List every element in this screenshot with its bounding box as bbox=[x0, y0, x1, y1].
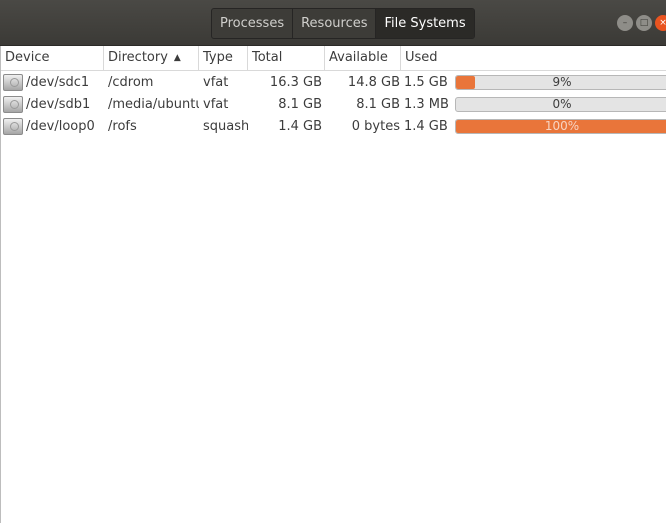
column-header-label: Used bbox=[405, 50, 438, 65]
minimize-icon[interactable]: – bbox=[617, 15, 633, 31]
tab-resources[interactable]: Resources bbox=[293, 9, 377, 38]
close-icon[interactable]: × bbox=[655, 15, 666, 31]
column-header-label: Available bbox=[329, 50, 388, 65]
used-cell: 1.3 MB bbox=[404, 97, 449, 112]
column-header-available[interactable]: Available bbox=[325, 46, 401, 70]
usage-bar: 100% bbox=[455, 119, 666, 134]
usage-bar: 0% bbox=[455, 97, 666, 112]
column-header-used[interactable]: Used bbox=[401, 46, 666, 70]
column-header-label: Directory bbox=[108, 50, 168, 65]
window-controls: – □ × bbox=[617, 15, 666, 31]
device-cell: /dev/loop0 bbox=[26, 119, 95, 134]
column-header-directory[interactable]: Directory ▲ bbox=[104, 46, 199, 70]
drive-icon bbox=[3, 96, 23, 113]
used-cell: 1.4 GB bbox=[404, 119, 448, 134]
table-header: Device Directory ▲ Type Total Available U… bbox=[1, 46, 666, 71]
directory-cell: /media/ubuntu bbox=[108, 97, 199, 112]
tab-file-systems[interactable]: File Systems bbox=[376, 9, 474, 38]
column-header-label: Total bbox=[252, 50, 283, 65]
type-cell: vfat bbox=[203, 97, 229, 112]
available-cell: 8.1 GB bbox=[356, 97, 400, 112]
tab-processes[interactable]: Processes bbox=[212, 9, 294, 38]
drive-icon bbox=[3, 118, 23, 135]
view-switcher: Processes Resources File Systems bbox=[211, 8, 475, 39]
device-cell: /dev/sdb1 bbox=[26, 97, 91, 112]
column-header-type[interactable]: Type bbox=[199, 46, 248, 70]
total-cell: 8.1 GB bbox=[278, 97, 322, 112]
type-cell: vfat bbox=[203, 75, 229, 90]
usage-percent: 100% bbox=[544, 119, 580, 133]
system-monitor-window: Processes Resources File Systems – □ × D… bbox=[0, 0, 666, 523]
table-row[interactable]: /dev/sdb1 /media/ubuntu vfat 8.1 GB 8.1 … bbox=[1, 94, 666, 116]
available-cell: 0 bytes bbox=[351, 119, 400, 134]
directory-cell: /cdrom bbox=[108, 75, 154, 90]
table-row[interactable]: /dev/sdc1 /cdrom vfat 16.3 GB 14.8 GB 1.… bbox=[1, 72, 666, 94]
table-row[interactable]: /dev/loop0 /rofs squashfs 1.4 GB 0 bytes… bbox=[1, 116, 666, 138]
device-cell: /dev/sdc1 bbox=[26, 75, 90, 90]
usage-percent: 9% bbox=[552, 75, 572, 89]
total-cell: 1.4 GB bbox=[278, 119, 322, 134]
column-header-label: Type bbox=[203, 50, 233, 65]
available-cell: 14.8 GB bbox=[347, 75, 400, 90]
usage-bar: 9% bbox=[455, 75, 666, 90]
type-cell: squashfs bbox=[203, 119, 248, 134]
column-header-total[interactable]: Total bbox=[248, 46, 325, 70]
file-systems-table: Device Directory ▲ Type Total Available U… bbox=[0, 46, 666, 523]
directory-cell: /rofs bbox=[108, 119, 137, 134]
drive-icon bbox=[3, 74, 23, 91]
usage-percent: 0% bbox=[552, 97, 572, 111]
column-header-label: Device bbox=[5, 50, 50, 65]
used-cell: 1.5 GB bbox=[404, 75, 448, 90]
column-header-device[interactable]: Device bbox=[1, 46, 104, 70]
maximize-icon[interactable]: □ bbox=[636, 15, 652, 31]
sort-ascending-icon: ▲ bbox=[173, 53, 181, 63]
total-cell: 16.3 GB bbox=[269, 75, 322, 90]
titlebar: Processes Resources File Systems – □ × bbox=[0, 0, 666, 46]
